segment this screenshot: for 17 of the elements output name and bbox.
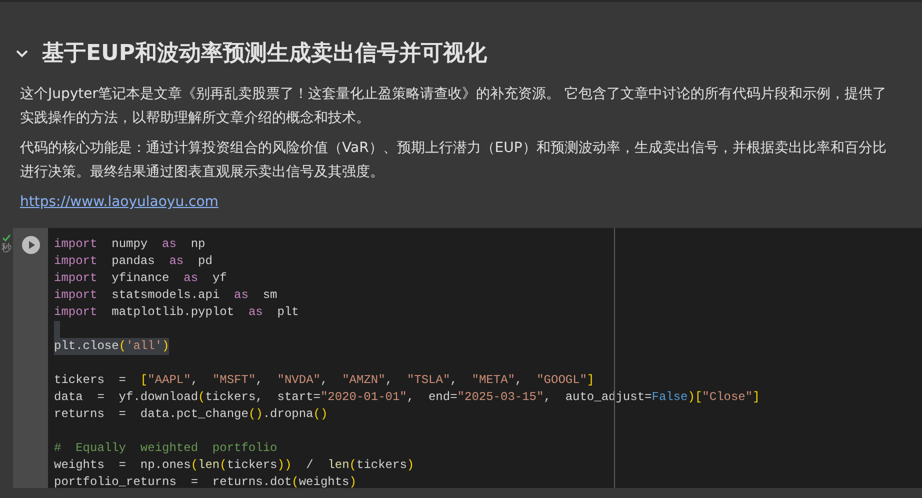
code-line: import pandas as pd — [54, 253, 212, 270]
description-paragraph: 代码的核心功能是：通过计算投资组合的风险价值（VaR）、预期上行潜力（EUP）和预测波动率，生成卖出信号，并根据卖出比率和百分比进行决策。最终结果通过图表直观展示卖出信号及其强度。 — [20, 139, 888, 182]
code-line: returns = data.pct_change().dropna() — [54, 406, 328, 423]
code-line: data = yf.download(tickers, start="2020-01-01", end="2025-03-15", auto_adjust=False)["Close"] — [54, 389, 760, 406]
code-line: # Equally weighted portfolio — [54, 440, 278, 457]
code-line: import matplotlib.pyplot as plt — [54, 304, 299, 321]
execution-time: 秒 — [2, 244, 12, 254]
description-paragraph: 这个Jupyter笔记本是文章《别再乱卖股票了！这套量化止盈策略请查收》的补充资源。 它包含了文章中讨论的所有代码片段和示例，提供了实践操作的方法，以帮助理解所文章介绍的概念和技术。 — [20, 85, 888, 128]
code-line: import yfinance as yf — [54, 270, 227, 287]
code-line: import numpy as np — [54, 236, 206, 253]
website-link[interactable]: https://www.laoyulaoyu.com — [20, 194, 218, 210]
run-button[interactable] — [22, 236, 40, 254]
section-heading: 基于EUP和波动率预测生成卖出信号并可视化 — [42, 40, 488, 68]
code-line: tickers = ["AAPL", "MSFT", "NVDA", "AMZN", "TSLA", "META", "GOOGL"] — [54, 372, 594, 389]
code-line: import statsmodels.api as sm — [54, 287, 278, 304]
code-line: weights = np.ones(len(tickers)) / len(tickers) — [54, 457, 414, 474]
code-line: portfolio_returns = returns.dot(weights) — [54, 474, 356, 491]
